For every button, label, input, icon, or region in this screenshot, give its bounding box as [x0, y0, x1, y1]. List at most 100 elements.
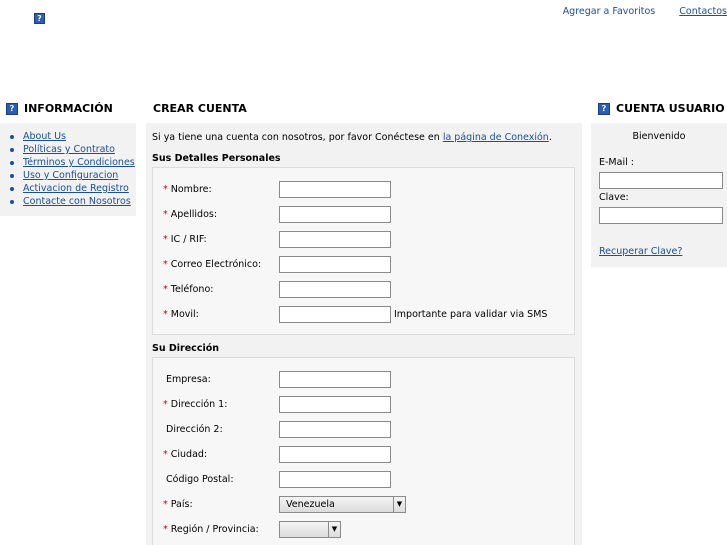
contacts-link[interactable]: Contactos — [679, 6, 727, 17]
direccion1-input[interactable] — [279, 395, 391, 413]
chevron-down-icon[interactable]: ▼ — [328, 521, 340, 537]
info-list: About Us Políticas y Contrato Términos y… — [9, 130, 136, 208]
field-row-region: * Región / Provincia: ▼ — [163, 519, 573, 539]
password-input[interactable] — [599, 207, 723, 224]
telefono-label: * Teléfono: — [163, 284, 279, 295]
field-row-ic-rif: * IC / RIF: — [163, 229, 573, 249]
info-item: Contacte con Nosotros — [9, 195, 136, 208]
create-account-title: CREAR CUENTA — [153, 102, 247, 115]
info-box: About Us Políticas y Contrato Términos y… — [0, 123, 136, 216]
required-mark: * — [163, 233, 168, 245]
apellidos-label: * Apellidos: — [163, 209, 279, 220]
label-text: Región / Provincia: — [170, 523, 259, 535]
country-select[interactable]: Venezuela ▼ — [279, 495, 406, 513]
info-item: Activacion de Registro — [9, 182, 136, 195]
help-icon: ? — [6, 102, 18, 115]
movil-label: * Movil: — [163, 309, 279, 320]
intro-text: Si ya tiene una cuenta con nosotros, por… — [152, 132, 552, 143]
field-row-ciudad: * Ciudad: — [163, 444, 573, 464]
field-row-postal: Código Postal: — [163, 469, 573, 489]
nombre-label: * Nombre: — [163, 184, 279, 195]
region-select[interactable]: ▼ — [279, 520, 341, 538]
info-link-activation[interactable]: Activacion de Registro — [23, 183, 129, 194]
email-login-label: E-Mail : — [599, 157, 634, 168]
field-row-telefono: * Teléfono: — [163, 279, 573, 299]
movil-input[interactable] — [279, 305, 391, 323]
required-mark: * — [163, 258, 168, 270]
field-row-nombre: * Nombre: — [163, 179, 573, 199]
field-row-email: * Correo Electrónico: — [163, 254, 573, 274]
field-row-movil: * Movil: Importante para validar via SMS — [163, 304, 573, 324]
info-link-contact[interactable]: Contacte con Nosotros — [23, 196, 131, 207]
intro-period: . — [548, 132, 552, 143]
login-page-link[interactable]: la página de Conexión — [443, 132, 549, 143]
ciudad-input[interactable] — [279, 445, 391, 463]
info-item: Políticas y Contrato — [9, 143, 136, 156]
field-row-direccion2: Dirección 2: — [163, 419, 573, 439]
label-text: Ciudad: — [170, 448, 208, 460]
label-text: Empresa: — [166, 373, 211, 385]
address-title: Su Dirección — [152, 343, 219, 354]
required-mark: * — [163, 398, 168, 410]
field-row-pais: * País: Venezuela ▼ — [163, 494, 573, 514]
label-text: Dirección 2: — [166, 423, 223, 435]
required-mark: * — [163, 523, 168, 535]
required-mark: * — [163, 183, 168, 195]
email-input[interactable] — [279, 255, 391, 273]
postal-label: Código Postal: — [163, 474, 279, 485]
direccion2-input[interactable] — [279, 420, 391, 438]
user-account-box: Bienvenido E-Mail : Clave: Recuperar Cla… — [591, 123, 727, 267]
field-row-apellidos: * Apellidos: — [163, 204, 573, 224]
ic-rif-label: * IC / RIF: — [163, 234, 279, 245]
info-item: About Us — [9, 130, 136, 143]
password-label: Clave: — [599, 192, 629, 203]
add-favorites-link[interactable]: Agregar a Favoritos — [563, 6, 656, 17]
intro-sentence: Si ya tiene una cuenta con nosotros, por… — [152, 132, 440, 143]
info-title: INFORMACIÓN — [24, 102, 113, 115]
help-icon[interactable]: ? — [34, 13, 45, 24]
label-text: País: — [170, 498, 193, 510]
field-row-empresa: Empresa: — [163, 369, 573, 389]
movil-note: Importante para validar via SMS — [394, 308, 548, 320]
required-mark: * — [163, 308, 168, 320]
required-mark: * — [163, 208, 168, 220]
user-account-heading: ? CUENTA USUARIO — [598, 102, 725, 115]
create-account-heading: CREAR CUENTA — [153, 102, 247, 115]
ic-rif-input[interactable] — [279, 230, 391, 248]
info-link-terms[interactable]: Términos y Condiciones — [23, 157, 135, 168]
chevron-down-icon[interactable]: ▼ — [393, 496, 405, 512]
info-heading: ? INFORMACIÓN — [6, 102, 113, 115]
top-links: Agregar a Favoritos Contactos — [539, 6, 727, 17]
pais-label: * País: — [163, 499, 279, 510]
label-text: Nombre: — [170, 183, 212, 195]
welcome-text: Bienvenido — [632, 131, 686, 142]
ciudad-label: * Ciudad: — [163, 449, 279, 460]
empresa-input[interactable] — [279, 370, 391, 388]
required-mark: * — [163, 283, 168, 295]
user-account-title: CUENTA USUARIO — [616, 102, 725, 115]
personal-details-fieldset: * Nombre: * Apellidos: * IC / RIF: * Correo … — [152, 167, 575, 335]
info-link-about[interactable]: About Us — [23, 131, 66, 142]
label-text: Movil: — [170, 308, 199, 320]
info-item: Uso y Configuracion — [9, 169, 136, 182]
info-link-policies[interactable]: Políticas y Contrato — [23, 144, 115, 155]
field-row-direccion1: * Dirección 1: — [163, 394, 573, 414]
info-link-usage[interactable]: Uso y Configuracion — [23, 170, 118, 181]
create-account-panel: Si ya tiene una cuenta con nosotros, por… — [146, 123, 582, 545]
nombre-input[interactable] — [279, 180, 391, 198]
label-text: Apellidos: — [170, 208, 218, 220]
label-text: Código Postal: — [166, 473, 234, 485]
recover-password-link[interactable]: Recuperar Clave? — [599, 246, 682, 257]
label-text: Teléfono: — [170, 283, 214, 295]
apellidos-input[interactable] — [279, 205, 391, 223]
label-text: IC / RIF: — [170, 233, 207, 245]
label-text: Dirección 1: — [170, 398, 228, 410]
email-login-input[interactable] — [599, 172, 723, 189]
help-icon: ? — [598, 102, 610, 115]
empresa-label: Empresa: — [163, 374, 279, 385]
telefono-input[interactable] — [279, 280, 391, 298]
postal-input[interactable] — [279, 470, 391, 488]
direccion2-label: Dirección 2: — [163, 424, 279, 435]
region-label: * Región / Provincia: — [163, 524, 279, 535]
required-mark: * — [163, 448, 168, 460]
